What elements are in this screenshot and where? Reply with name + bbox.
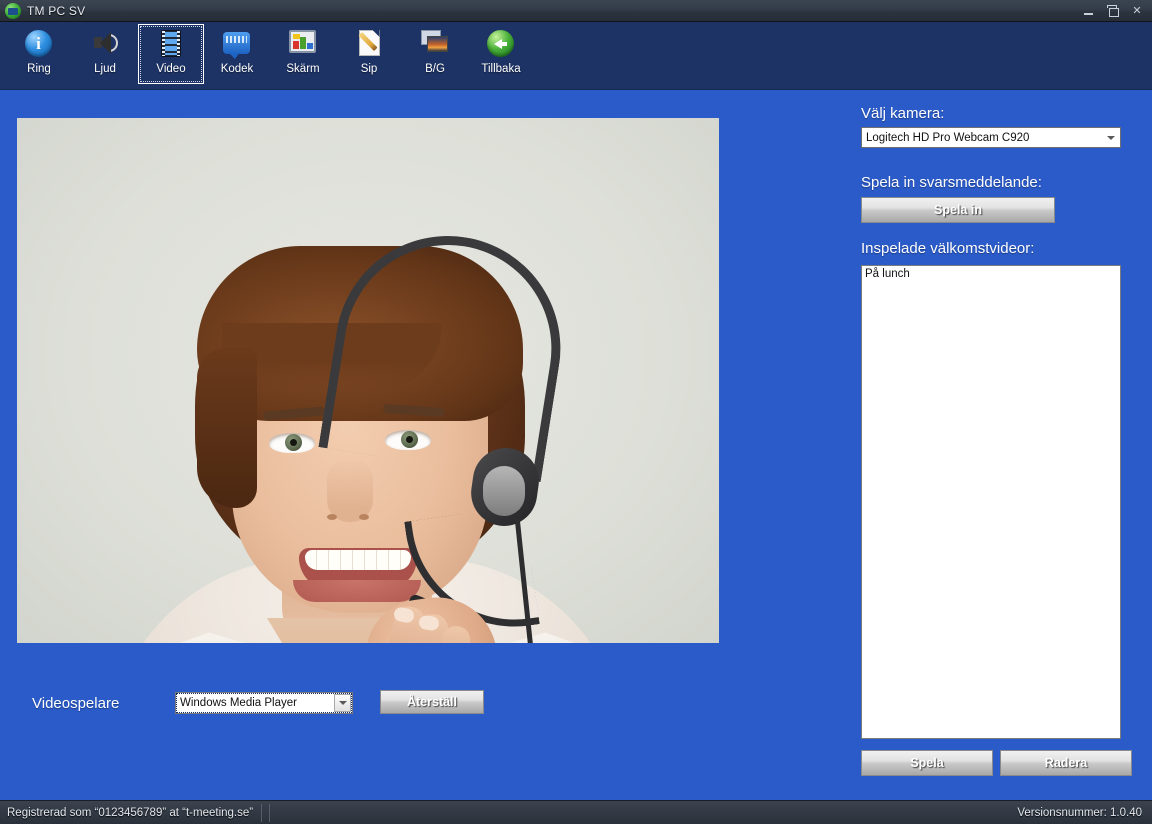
- window-title: TM PC SV: [27, 3, 86, 18]
- version-label: Versionsnummer: 1.0.40: [1017, 806, 1142, 819]
- main-toolbar: Ring Ljud Video Kodek Skärm Sip: [0, 22, 1152, 90]
- toolbar-item-bg[interactable]: B/G: [402, 24, 468, 84]
- status-divider: [269, 803, 271, 822]
- toolbar-item-label: Skärm: [286, 63, 320, 75]
- chevron-down-icon[interactable]: [334, 694, 351, 712]
- chevron-down-icon[interactable]: [1104, 131, 1118, 145]
- video-player-select[interactable]: Windows Media Player: [175, 692, 353, 714]
- code-bubble-icon: [223, 30, 251, 59]
- page-pencil-icon: [355, 30, 383, 58]
- video-player-select-value: Windows Media Player: [180, 697, 297, 709]
- toolbar-item-label: B/G: [425, 63, 445, 75]
- camera-label: Välj kamera:: [861, 105, 945, 122]
- toolbar-item-sip[interactable]: Sip: [336, 24, 402, 84]
- registration-status: Registrerad som “0123456789” at “t-meeti…: [7, 806, 254, 819]
- toolbar-item-ljud[interactable]: Ljud: [72, 24, 138, 84]
- toolbar-item-label: Tillbaka: [481, 63, 521, 75]
- camera-select-value: Logitech HD Pro Webcam C920: [866, 131, 1030, 144]
- info-circle-icon: [25, 30, 53, 58]
- camera-preview: [17, 118, 719, 643]
- toolbar-item-label: Sip: [360, 63, 378, 75]
- screen-icon: [289, 30, 317, 58]
- play-button[interactable]: Spela: [861, 750, 993, 776]
- delete-button[interactable]: Radera: [1000, 750, 1132, 776]
- close-icon[interactable]: ✕: [1126, 2, 1148, 20]
- record-button[interactable]: Spela in: [861, 197, 1055, 223]
- toolbar-item-kodek[interactable]: Kodek: [204, 24, 270, 84]
- toolbar-item-label: Ljud: [94, 63, 116, 75]
- status-divider: [261, 803, 263, 822]
- film-strip-icon: [157, 30, 185, 58]
- status-bar: Registrerad som “0123456789” at “t-meeti…: [0, 800, 1152, 824]
- title-bar: TM PC SV ✕: [0, 0, 1152, 22]
- preview-image: [17, 118, 719, 643]
- toolbar-item-label: Ring: [27, 63, 51, 75]
- video-player-label: Videospelare: [32, 695, 120, 712]
- camera-select[interactable]: Logitech HD Pro Webcam C920: [861, 127, 1121, 148]
- toolbar-item-label: Video: [156, 63, 186, 75]
- application-window: TM PC SV ✕ Ring Ljud Video Kodek: [0, 0, 1152, 824]
- list-item[interactable]: På lunch: [862, 266, 1120, 281]
- toolbar-item-video[interactable]: Video: [138, 24, 204, 84]
- record-message-label: Spela in svarsmeddelande:: [861, 174, 1042, 191]
- recorded-videos-list[interactable]: På lunch: [861, 265, 1121, 739]
- restore-icon[interactable]: [1102, 2, 1124, 20]
- green-back-arrow-icon: [487, 30, 515, 58]
- toolbar-item-tillbaka[interactable]: Tillbaka: [468, 24, 534, 84]
- reset-button[interactable]: Återställ: [380, 690, 484, 714]
- minimize-icon[interactable]: [1078, 2, 1100, 20]
- toolbar-item-ring[interactable]: Ring: [6, 24, 72, 84]
- speaker-icon: [91, 30, 119, 58]
- video-player-row: Videospelare Windows Media Player Återst…: [17, 690, 717, 728]
- background-image-icon: [421, 30, 449, 58]
- recorded-videos-label: Inspelade välkomstvideor:: [861, 240, 1035, 257]
- window-controls: ✕: [1078, 0, 1148, 22]
- settings-panel: Välj kamera: Logitech HD Pro Webcam C920…: [860, 100, 1132, 780]
- toolbar-item-label: Kodek: [220, 63, 254, 75]
- toolbar-item-skarm[interactable]: Skärm: [270, 24, 336, 84]
- app-icon: [5, 2, 21, 19]
